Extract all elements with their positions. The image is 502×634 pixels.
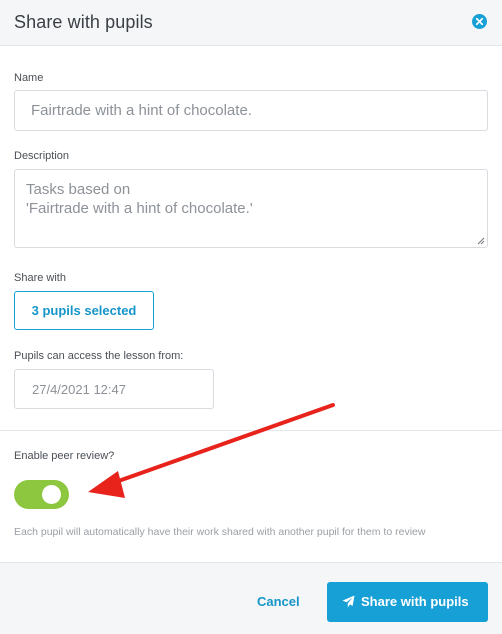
share-button-label: Share with pupils [361, 594, 469, 609]
modal-footer: Cancel Share with pupils [0, 562, 502, 634]
description-line-2: 'Fairtrade with a hint of chocolate.' [26, 200, 253, 217]
cancel-button[interactable]: Cancel [257, 594, 300, 609]
modal-header: Share with pupils [0, 0, 502, 46]
description-label: Description [14, 150, 70, 162]
share-with-label: Share with [14, 272, 66, 284]
description-textarea[interactable]: Tasks based on 'Fairtrade with a hint of… [14, 169, 488, 248]
peer-review-toggle[interactable] [14, 480, 69, 509]
peer-review-hint: Each pupil will automatically have their… [14, 526, 426, 538]
paper-plane-icon [342, 595, 355, 608]
access-label: Pupils can access the lesson from: [14, 350, 184, 362]
name-label: Name [14, 72, 44, 84]
description-line-1: Tasks based on [26, 181, 131, 198]
share-with-pupils-button[interactable]: Share with pupils [327, 582, 488, 622]
modal-title: Share with pupils [14, 12, 153, 32]
name-input[interactable]: Fairtrade with a hint of chocolate. [14, 90, 488, 131]
close-icon[interactable] [472, 14, 487, 29]
resize-grip-icon[interactable] [477, 237, 485, 245]
section-divider [0, 430, 502, 431]
peer-review-label: Enable peer review? [14, 450, 115, 462]
share-modal: Share with pupils Name Fairtrade with a … [0, 0, 502, 634]
pupils-selected-button[interactable]: 3 pupils selected [14, 291, 154, 330]
access-date-value: 27/4/2021 12:47 [32, 382, 126, 397]
name-input-value: Fairtrade with a hint of chocolate. [31, 102, 252, 119]
access-date-input[interactable]: 27/4/2021 12:47 [14, 369, 214, 409]
toggle-knob [42, 485, 61, 504]
